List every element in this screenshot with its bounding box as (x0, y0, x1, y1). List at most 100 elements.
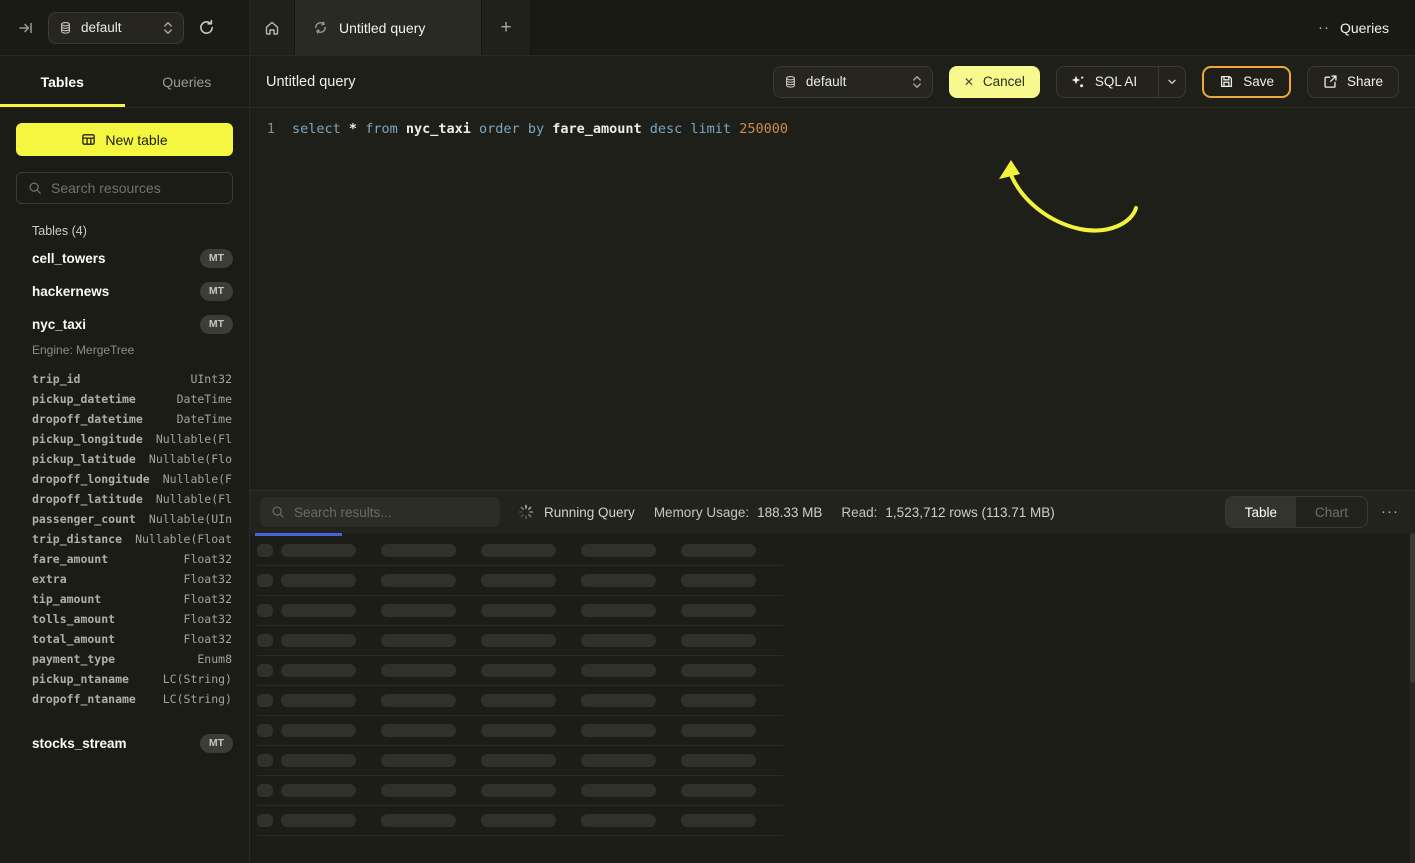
search-icon (28, 181, 42, 195)
sidebar-tab-tables[interactable]: Tables (0, 56, 125, 107)
sidebar-tabs: Tables Queries (0, 56, 249, 108)
column-name: passenger_count (32, 509, 136, 529)
query-status: Running Query (544, 505, 635, 520)
results-panel: Running Query Memory Usage: 188.33 MB Re… (250, 490, 1415, 863)
column-row[interactable]: dropoff_longitude Nullable(F (32, 469, 232, 489)
chevron-updown-icon (163, 21, 173, 35)
database-icon (59, 21, 72, 35)
column-name: extra (32, 569, 67, 589)
home-tab[interactable] (250, 0, 295, 55)
column-row[interactable]: tip_amount Float32 (32, 589, 232, 609)
table-item-cell-towers[interactable]: cell_towers MT (0, 242, 249, 275)
table-name: cell_towers (32, 251, 106, 266)
scrollbar-thumb[interactable] (1410, 533, 1415, 683)
skeleton-row (257, 806, 783, 836)
column-name: dropoff_datetime (32, 409, 143, 429)
collapse-sidebar-icon[interactable] (18, 20, 34, 36)
column-row[interactable]: pickup_ntaname LC(String) (32, 669, 232, 689)
chevron-updown-icon (912, 75, 922, 89)
search-icon (271, 505, 285, 519)
results-body (250, 533, 1415, 863)
column-type: LC(String) (163, 669, 232, 689)
query-database-selector[interactable]: default (773, 66, 933, 98)
share-button[interactable]: Share (1307, 66, 1399, 98)
column-name: dropoff_longitude (32, 469, 150, 489)
column-row[interactable]: pickup_datetime DateTime (32, 389, 232, 409)
column-row[interactable]: tolls_amount Float32 (32, 609, 232, 629)
skeleton-row (257, 686, 783, 716)
new-table-button[interactable]: New table (16, 123, 233, 156)
resource-search (16, 172, 233, 204)
skeleton-row (257, 656, 783, 686)
cancel-label: Cancel (983, 74, 1025, 89)
sql-code: select * from nyc_taxi order by fare_amo… (292, 119, 788, 140)
read-value: 1,523,712 rows (113.71 MB) (885, 505, 1054, 520)
column-row[interactable]: dropoff_datetime DateTime (32, 409, 232, 429)
engine-badge: MT (200, 282, 233, 301)
sql-ai-dropdown[interactable] (1158, 67, 1185, 97)
database-selector[interactable]: default (48, 12, 184, 44)
read-stats: Read: 1,523,712 rows (113.71 MB) (841, 505, 1054, 520)
loading-progress-bar (255, 533, 342, 536)
close-icon: ✕ (964, 75, 974, 89)
table-item-hackernews[interactable]: hackernews MT (0, 275, 249, 308)
column-type: Nullable(F (163, 469, 232, 489)
column-row[interactable]: trip_id UInt32 (32, 369, 232, 389)
tab-untitled-query[interactable]: Untitled query (295, 0, 482, 55)
sql-ai-label: SQL AI (1095, 74, 1137, 89)
new-tab-button[interactable]: + (482, 0, 531, 55)
refresh-icon[interactable] (198, 19, 215, 36)
top-bar: default Untitled query + ·· Queries (0, 0, 1415, 56)
tab-label: Untitled query (339, 20, 425, 36)
new-table-label: New table (105, 132, 167, 148)
column-row[interactable]: extra Float32 (32, 569, 232, 589)
annotation-arrow (930, 142, 1190, 262)
sync-icon (313, 20, 328, 35)
sql-editor[interactable]: 1 select * from nyc_taxi order by fare_a… (250, 108, 1415, 490)
database-selector-value: default (81, 20, 154, 35)
column-row[interactable]: pickup_longitude Nullable(Fl (32, 429, 232, 449)
query-workspace: Untitled query default ✕ Cancel (250, 56, 1415, 863)
table-name: nyc_taxi (32, 317, 86, 332)
column-name: total_amount (32, 629, 115, 649)
column-row[interactable]: trip_distance Nullable(Float (32, 529, 232, 549)
sql-ai-button[interactable]: SQL AI (1056, 66, 1186, 98)
column-row[interactable]: pickup_latitude Nullable(Flo (32, 449, 232, 469)
toggle-chart[interactable]: Chart (1296, 497, 1367, 527)
column-row[interactable]: dropoff_ntaname LC(String) (32, 689, 232, 709)
column-name: tolls_amount (32, 609, 115, 629)
table-item-stocks-stream[interactable]: stocks_stream MT (0, 727, 249, 760)
skeleton-row (257, 716, 783, 746)
table-item-nyc-taxi[interactable]: nyc_taxi MT (0, 308, 249, 341)
toggle-table[interactable]: Table (1226, 497, 1296, 527)
column-name: trip_distance (32, 529, 122, 549)
column-name: trip_id (32, 369, 80, 389)
results-scrollbar[interactable] (1410, 533, 1415, 863)
sidebar-tab-queries[interactable]: Queries (125, 56, 250, 107)
cancel-button[interactable]: ✕ Cancel (949, 66, 1040, 98)
skeleton-row (257, 776, 783, 806)
column-row[interactable]: payment_type Enum8 (32, 649, 232, 669)
column-row[interactable]: total_amount Float32 (32, 629, 232, 649)
queries-link[interactable]: ·· Queries (1318, 0, 1415, 55)
column-name: payment_type (32, 649, 115, 669)
column-name: tip_amount (32, 589, 101, 609)
queue-dots-icon: ·· (1318, 24, 1330, 32)
column-row[interactable]: passenger_count Nullable(UIn (32, 509, 232, 529)
results-search-input[interactable] (294, 505, 489, 520)
column-row[interactable]: dropoff_latitude Nullable(Fl (32, 489, 232, 509)
save-button[interactable]: Save (1202, 66, 1291, 98)
column-type: Nullable(Fl (156, 489, 232, 509)
column-type: Float32 (184, 629, 232, 649)
column-row[interactable]: fare_amount Float32 (32, 549, 232, 569)
column-name: pickup_longitude (32, 429, 143, 449)
more-options-button[interactable]: ··· (1381, 509, 1399, 515)
column-name: dropoff_latitude (32, 489, 143, 509)
sql-ai-main[interactable]: SQL AI (1057, 67, 1149, 97)
ai-sparkle-icon (1070, 74, 1086, 90)
column-type: Float32 (184, 589, 232, 609)
engine-badge: MT (200, 315, 233, 334)
chevron-down-icon (1167, 77, 1177, 87)
resource-search-input[interactable] (51, 180, 232, 196)
column-type: Nullable(Fl (156, 429, 232, 449)
